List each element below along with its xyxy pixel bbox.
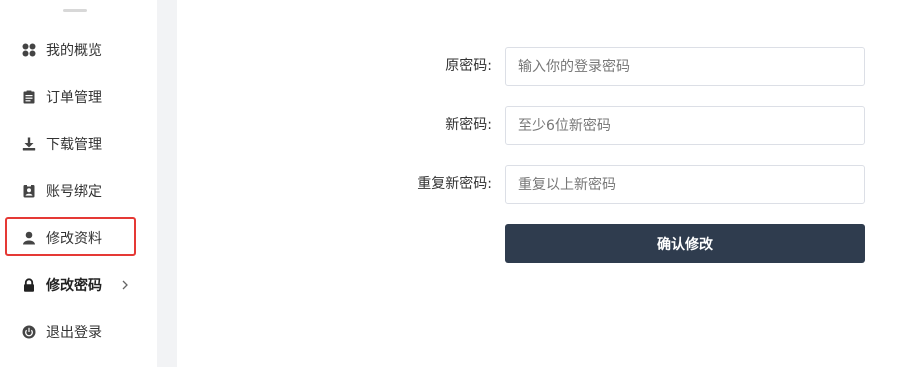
sidebar-item-orders[interactable]: 订单管理 [0,77,157,117]
sidebar: 我的概览 订单管理 下载管理 账号绑定 修改资料 修改密码 退出登录 [0,0,157,367]
old-password-input[interactable] [505,47,865,86]
sidebar-item-label: 修改密码 [46,278,102,294]
sidebar-item-change-password[interactable]: 修改密码 [0,265,157,305]
old-password-label: 原密码: [445,58,492,74]
lock-icon [22,278,36,292]
sidebar-item-logout[interactable]: 退出登录 [0,312,157,352]
sidebar-item-label: 我的概览 [46,43,102,59]
drag-handle[interactable] [63,9,87,12]
sidebar-item-label: 下载管理 [46,137,102,153]
power-icon [22,325,36,339]
sidebar-item-label: 修改资料 [46,231,102,247]
sidebar-item-edit-profile[interactable]: 修改资料 [0,218,157,258]
sidebar-item-label: 账号绑定 [46,184,102,200]
clipboard-icon [22,90,36,104]
confirm-change-button[interactable]: 确认修改 [505,224,865,263]
download-icon [22,137,36,151]
new-password-input[interactable] [505,106,865,145]
sidebar-item-overview[interactable]: 我的概览 [0,30,157,70]
password-form: 原密码: 新密码: 重复新密码: 确认修改 [177,0,910,367]
confirm-password-label: 重复新密码: [417,176,492,192]
user-icon [22,231,36,245]
chevron-right-icon [118,278,132,292]
new-password-label: 新密码: [445,117,492,133]
sidebar-divider [157,0,177,367]
sidebar-item-downloads[interactable]: 下载管理 [0,124,157,164]
grid-dots-icon [22,43,36,57]
sidebar-item-label: 订单管理 [46,90,102,106]
id-badge-icon [22,184,36,198]
sidebar-item-account-binding[interactable]: 账号绑定 [0,171,157,211]
confirm-password-input[interactable] [505,165,865,204]
sidebar-item-label: 退出登录 [46,325,102,341]
